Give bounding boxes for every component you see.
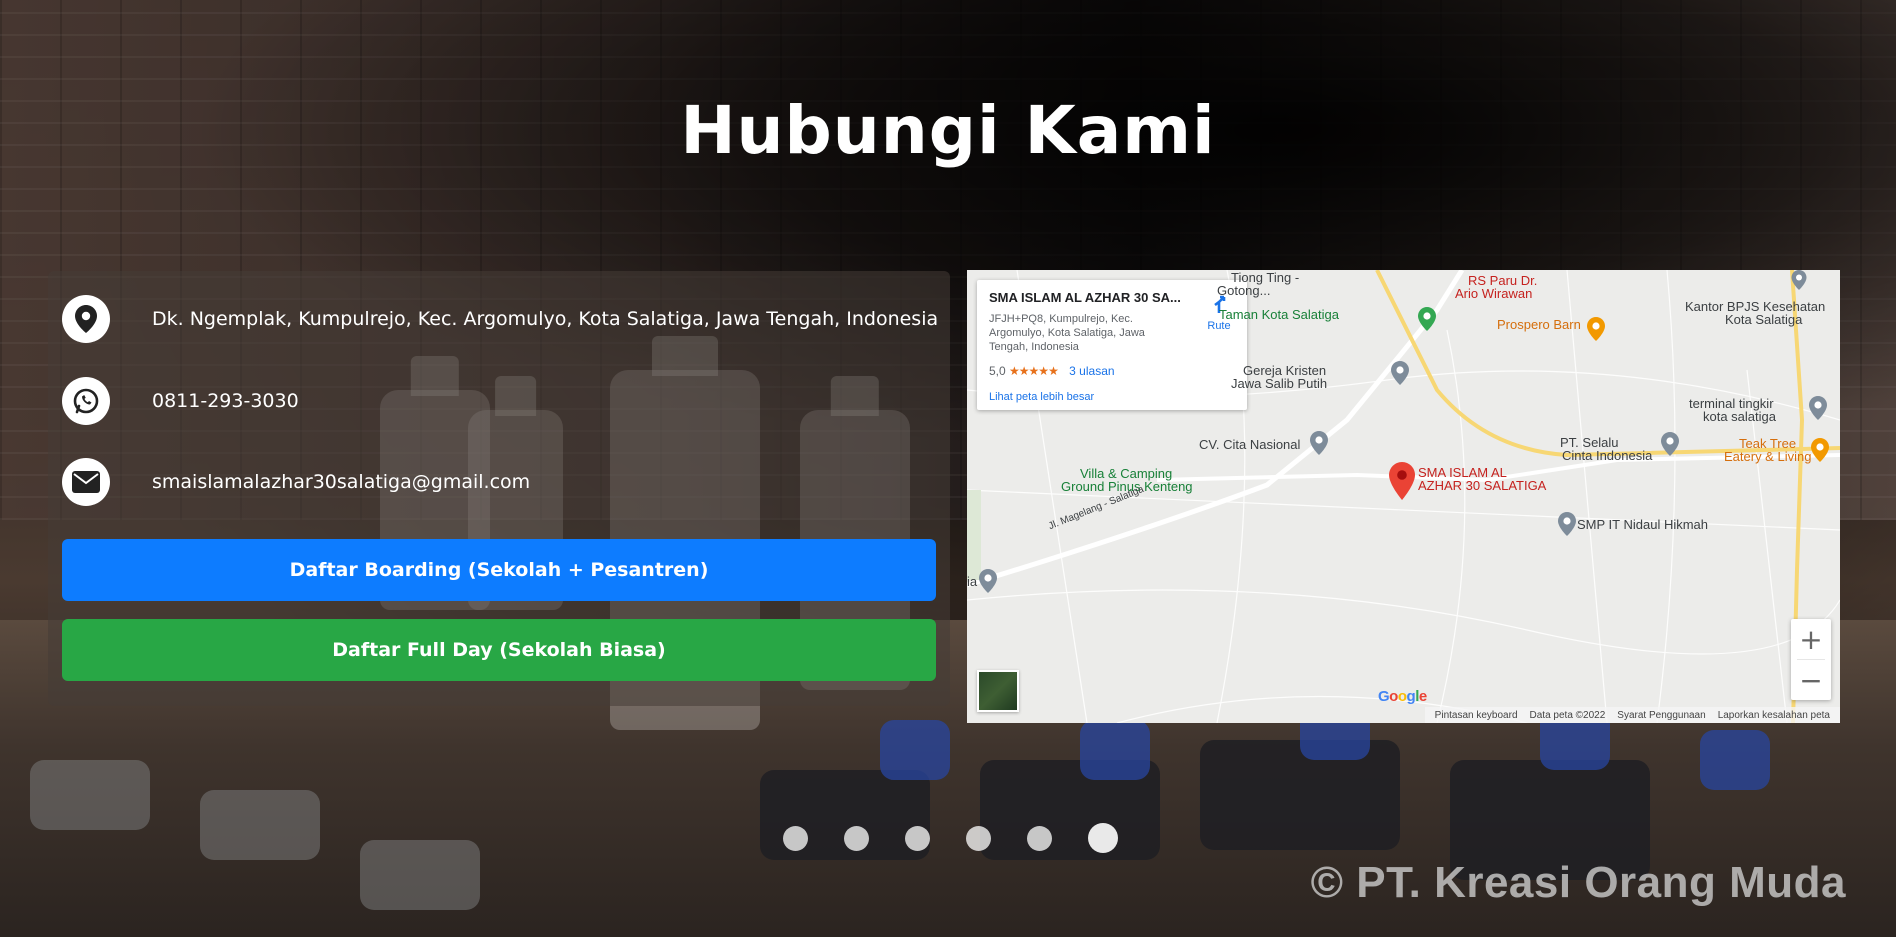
page-title: Hubungi Kami: [680, 92, 1216, 169]
carousel-dot[interactable]: [844, 826, 869, 851]
address-text: Dk. Ngemplak, Kumpulrejo, Kec. Argomulyo…: [152, 308, 939, 330]
satellite-view-toggle[interactable]: [977, 670, 1019, 712]
park-pin-icon[interactable]: [1418, 307, 1436, 331]
carousel-indicators: [783, 823, 1118, 853]
map-label: Gotong...: [1217, 283, 1271, 298]
restaurant-pin-icon[interactable]: [1587, 317, 1605, 341]
place-info-card: SMA ISLAM AL AZHAR 30 SA... JFJH+PQ8, Ku…: [977, 280, 1247, 410]
phone-text[interactable]: 0811-293-3030: [152, 390, 299, 412]
map-label: Prospero Barn: [1497, 317, 1581, 332]
contact-panel: Dk. Ngemplak, Kumpulrejo, Kec. Argomulyo…: [48, 271, 950, 706]
rating-value: 5,0: [989, 364, 1006, 378]
zoom-controls: + −: [1791, 619, 1831, 700]
larger-map-link[interactable]: Lihat peta lebih besar: [989, 391, 1094, 403]
clip-image: [30, 760, 150, 830]
email-row: smaislamalazhar30salatiga@gmail.com: [62, 458, 530, 506]
place-rating: 5,0 ★★★★★ 3 ulasan: [989, 364, 1115, 378]
register-boarding-button[interactable]: Daftar Boarding (Sekolah + Pesantren): [62, 539, 936, 601]
zoom-in-button[interactable]: +: [1791, 619, 1831, 659]
map-label: Eatery & Living: [1724, 449, 1812, 464]
reviews-link[interactable]: 3 ulasan: [1069, 364, 1114, 378]
map-footer: Pintasan keyboard Data peta ©2022 Syarat…: [1424, 707, 1840, 723]
map-label: Taman Kota Salatiga: [1219, 307, 1339, 322]
phone-row: 0811-293-3030: [62, 377, 299, 425]
place-pin-icon[interactable]: [979, 569, 997, 593]
rating-stars: ★★★★★: [1009, 364, 1059, 378]
copyright-watermark: © PT. Kreasi Orang Muda: [1310, 858, 1846, 907]
business-pin-icon[interactable]: [1310, 431, 1328, 455]
carousel-dot[interactable]: [1088, 823, 1118, 853]
clip-image: [1080, 720, 1150, 780]
school-location-pin-icon[interactable]: [1389, 462, 1415, 500]
whatsapp-icon[interactable]: [62, 377, 110, 425]
map-data-text: Data peta ©2022: [1529, 709, 1606, 721]
terms-link[interactable]: Syarat Penggunaan: [1617, 710, 1705, 721]
terminal-pin-icon[interactable]: [1809, 396, 1827, 420]
email-text[interactable]: smaislamalazhar30salatiga@gmail.com: [152, 471, 530, 493]
map-label: CV. Cita Nasional: [1199, 437, 1301, 452]
church-pin-icon[interactable]: [1391, 361, 1409, 385]
map-label: Jawa Salib Putih: [1231, 376, 1328, 391]
carousel-dot[interactable]: [966, 826, 991, 851]
clip-image: [360, 840, 480, 910]
carousel-dot[interactable]: [905, 826, 930, 851]
business-pin-icon[interactable]: [1661, 432, 1679, 456]
embedded-map[interactable]: SMA ISLAM AL AZHAR 30 SA... JFJH+PQ8, Ku…: [967, 270, 1840, 723]
google-logo: Google: [1378, 688, 1427, 705]
restaurant-pin-icon[interactable]: [1811, 438, 1829, 462]
report-error-link[interactable]: Laporkan kesalahan peta: [1718, 710, 1830, 721]
office-pin-icon[interactable]: [1791, 270, 1807, 290]
location-pin-icon: [62, 295, 110, 343]
clip-image: [880, 720, 950, 780]
envelope-icon[interactable]: [62, 458, 110, 506]
carousel-dot[interactable]: [1027, 826, 1052, 851]
map-label: Cinta Indonesia: [1562, 448, 1653, 463]
map-label: ia: [967, 574, 978, 589]
register-fullday-button[interactable]: Daftar Full Day (Sekolah Biasa): [62, 619, 936, 681]
map-label: SMP IT Nidaul Hikmah: [1577, 517, 1709, 532]
zoom-out-button[interactable]: −: [1791, 660, 1831, 700]
address-row: Dk. Ngemplak, Kumpulrejo, Kec. Argomulyo…: [62, 295, 938, 343]
map-label: Ario Wirawan: [1455, 286, 1533, 301]
map-label: Kota Salatiga: [1725, 312, 1803, 327]
clip-image: [200, 790, 320, 860]
map-label: kota salatiga: [1703, 409, 1776, 424]
clip-image: [1200, 740, 1400, 850]
clip-image: [1700, 730, 1770, 790]
place-name: SMA ISLAM AL AZHAR 30 SA...: [989, 290, 1181, 305]
place-address: JFJH+PQ8, Kumpulrejo, Kec. Argomulyo, Ko…: [989, 313, 1145, 353]
keyboard-shortcuts-link[interactable]: Pintasan keyboard: [1435, 710, 1518, 721]
carousel-dot[interactable]: [783, 826, 808, 851]
school-pin-icon[interactable]: [1558, 512, 1576, 536]
map-label: AZHAR 30 SALATIGA: [1418, 478, 1547, 493]
